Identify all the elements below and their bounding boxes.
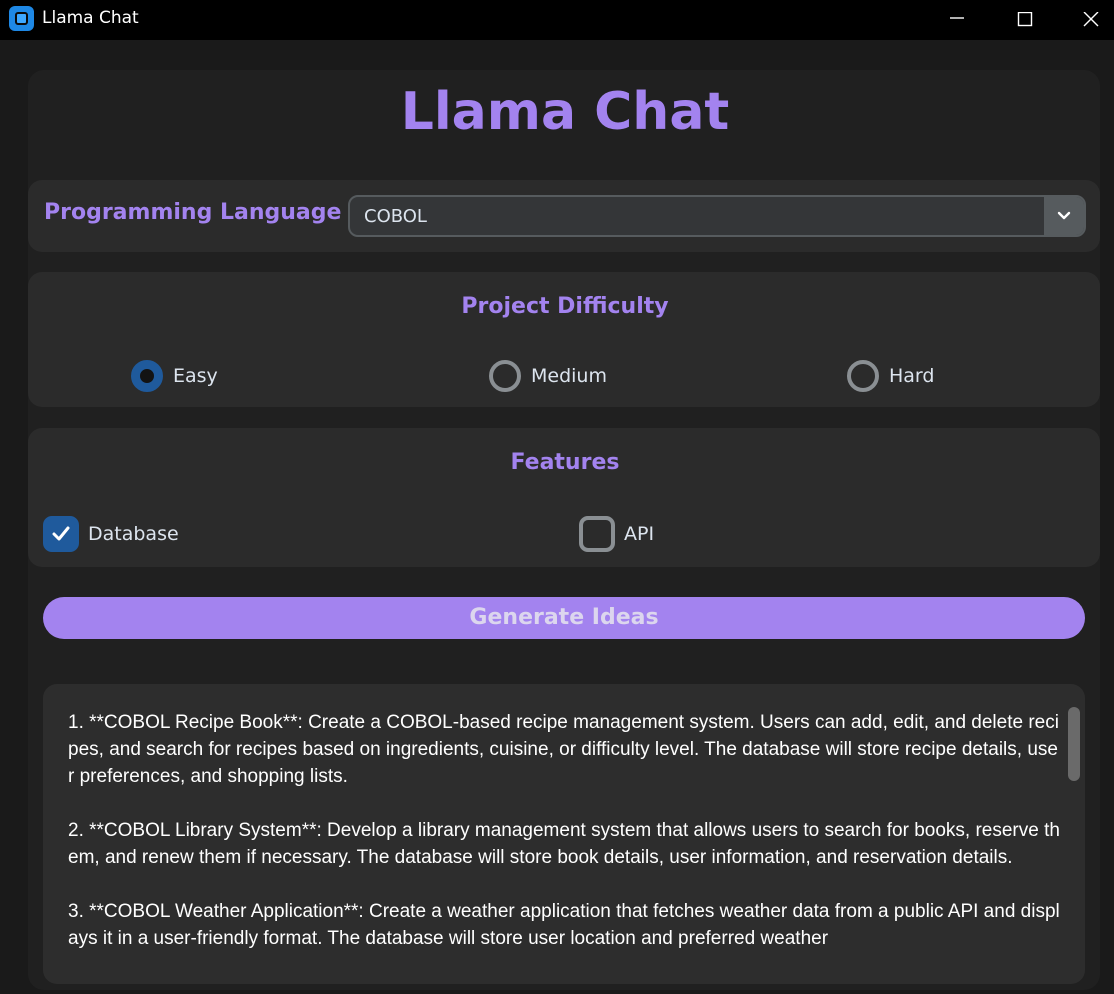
language-select[interactable]: COBOL <box>348 195 1086 237</box>
radio-hard-label[interactable]: Hard <box>889 365 934 387</box>
title-bar: Llama Chat <box>0 0 1114 40</box>
minimize-button[interactable] <box>934 0 980 40</box>
output-scrollbar[interactable] <box>1068 707 1080 781</box>
dropdown-button[interactable] <box>1044 197 1084 235</box>
checkbox-database-label[interactable]: Database <box>88 523 179 545</box>
radio-easy-label[interactable]: Easy <box>173 365 218 387</box>
chevron-down-icon <box>1057 211 1071 220</box>
features-panel <box>28 428 1100 567</box>
radio-hard[interactable] <box>847 360 879 392</box>
generate-ideas-label: Generate Ideas <box>469 605 659 630</box>
checkbox-database[interactable] <box>43 516 79 552</box>
output-textbox[interactable]: 1. **COBOL Recipe Book**: Create a COBOL… <box>43 684 1085 984</box>
language-select-value: COBOL <box>364 206 427 227</box>
window-title: Llama Chat <box>42 8 139 28</box>
close-icon <box>1083 12 1099 27</box>
page-title: Llama Chat <box>400 82 730 142</box>
generate-ideas-button[interactable]: Generate Ideas <box>43 597 1085 639</box>
output-text: 1. **COBOL Recipe Book**: Create a COBOL… <box>68 712 1060 949</box>
radio-medium[interactable] <box>489 360 521 392</box>
features-title: Features <box>510 450 620 475</box>
minimize-icon <box>950 17 964 19</box>
radio-easy[interactable] <box>131 360 163 392</box>
difficulty-title: Project Difficulty <box>461 294 669 319</box>
language-label: Programming Language <box>44 200 342 225</box>
maximize-button[interactable] <box>1002 0 1048 40</box>
close-button[interactable] <box>1068 0 1114 40</box>
maximize-icon <box>1017 12 1033 27</box>
app-icon <box>9 6 34 31</box>
checkbox-api-label[interactable]: API <box>624 523 654 545</box>
radio-medium-label[interactable]: Medium <box>531 365 607 387</box>
checkmark-icon <box>52 526 70 541</box>
checkbox-api[interactable] <box>579 516 615 552</box>
